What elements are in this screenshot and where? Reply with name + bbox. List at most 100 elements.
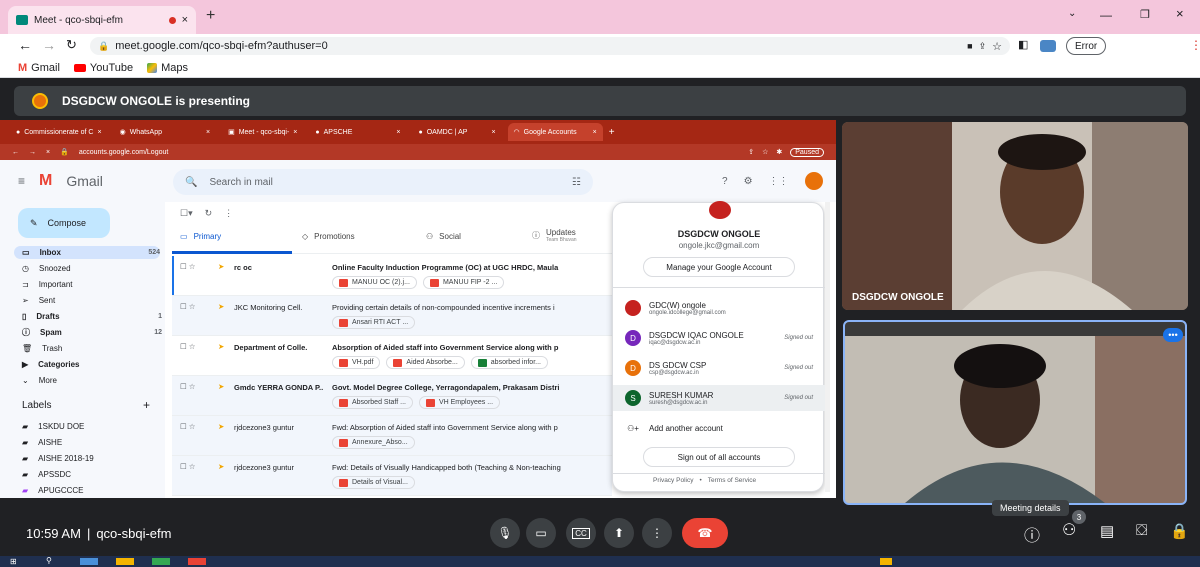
error-button[interactable]: Error	[1066, 37, 1107, 55]
bookmark-star-icon[interactable]: ☆	[992, 40, 1002, 53]
chat-button[interactable]: ▤	[1100, 522, 1114, 540]
search-icon[interactable]: ⚲	[46, 556, 52, 565]
shared-tab-label: APSCHE	[323, 128, 353, 136]
captions-button[interactable]: CC	[566, 518, 596, 548]
start-icon[interactable]: ⊞	[10, 557, 17, 566]
filter-icon: ☷	[572, 176, 581, 188]
help-icon: ?	[722, 175, 728, 187]
gmail-icon: M	[18, 61, 28, 74]
leave-call-button[interactable]: ☎	[682, 518, 728, 548]
meeting-details-button[interactable]: ⓘ	[1024, 522, 1040, 546]
error-label: Error	[1075, 40, 1098, 52]
footer-separator: •	[699, 477, 702, 484]
attachment-chip: Annexure_Abso...	[332, 436, 415, 449]
email-sender: rc oc	[234, 263, 252, 272]
spreadsheet-icon	[477, 358, 487, 367]
close-icon: ×	[592, 128, 597, 136]
attachment-name: Details of Visual...	[352, 479, 408, 486]
present-button[interactable]: ⬆	[604, 518, 634, 548]
youtube-icon	[73, 63, 86, 72]
more-options-icon[interactable]: •••	[1163, 328, 1183, 342]
attachment-name: MANUU FIP -2 ...	[442, 279, 498, 286]
side-panel-icon[interactable]: ◧	[1018, 38, 1028, 51]
restore-icon[interactable]: ❐	[1140, 8, 1150, 21]
meeting-info: 10:59 AM | qco-sbqi-efm	[26, 526, 171, 541]
row-checkbox-icon: ☐ ☆	[180, 262, 196, 271]
tab-search-icon[interactable]: ⌄	[1068, 8, 1076, 19]
trash-icon: 🗑	[22, 344, 33, 353]
compose-button: ✎ Compose	[18, 208, 110, 238]
account-row-name: GDC(W) ongole	[649, 300, 706, 310]
profile-avatar[interactable]	[1040, 40, 1056, 52]
attachment-name: MANUU OC (2).j...	[352, 279, 410, 286]
people-icon: ⚇	[426, 232, 434, 241]
minimize-icon[interactable]: —	[1100, 8, 1112, 22]
search-icon: 🔍	[185, 176, 198, 188]
label-name: APSSDC	[38, 470, 72, 479]
bookmark-label: Maps	[161, 61, 189, 74]
address-bar[interactable]: 🔒 meet.google.com/qco-sbqi-efm?authuser=…	[90, 37, 1010, 55]
tag-icon: ◇	[302, 232, 309, 241]
forward-icon: →	[29, 148, 36, 156]
tab-social: ⚇ Social	[426, 232, 461, 241]
os-taskbar: ⊞ ⚲	[0, 556, 1200, 567]
pdf-icon	[429, 278, 439, 287]
new-tab-button[interactable]: +	[206, 7, 215, 25]
label-tag-icon: ▰	[22, 486, 29, 495]
attachment-name: Absorbed Staff ...	[352, 399, 406, 406]
taskbar-app-icons[interactable]	[80, 558, 260, 565]
account-avatar	[625, 300, 641, 316]
sidebar-label: Snoozed	[38, 264, 71, 273]
pdf-icon	[339, 478, 348, 487]
account-switcher-popup: DSGDCW ONGOLE ongole.jkc@gmail.com Manag…	[612, 201, 825, 492]
attachment-name: Aided Absorbe...	[406, 359, 458, 366]
share-icon[interactable]: ⇪	[979, 41, 987, 52]
tab-sublabel: Team Bhuvan	[546, 237, 577, 243]
back-icon[interactable]: ←	[18, 37, 32, 53]
shared-tab-label: Meet - qco-sbqi-	[238, 128, 290, 136]
camera-button[interactable]: ▭	[526, 518, 556, 548]
shared-tab: ▣ Meet - qco-sbqi- ×	[222, 123, 303, 141]
account-row-name: DSGDCW IQAC ONGOLE	[649, 330, 744, 340]
forward-icon[interactable]: →	[42, 37, 56, 53]
label-item: ▰ APUGCCCE	[22, 484, 162, 497]
manage-account-button: Manage your Google Account	[643, 257, 795, 277]
account-row: S SURESH KUMAR suresh@dsgdcw.ac.in Signed…	[613, 385, 825, 411]
important-marker-icon: ➤	[218, 342, 225, 351]
tab-promotions: ◇ Promotions	[302, 232, 355, 241]
more-options-button[interactable]: ⋮	[642, 518, 672, 548]
meet-control-bar: 10:59 AM | qco-sbqi-efm 🎙 ▭ CC ⬆ ⋮ ☎ ⓘ ⚇…	[0, 510, 1200, 554]
row-checkbox-icon: ☐ ☆	[180, 302, 196, 311]
email-row: ☐ ☆ ➤ rjdcezone3 guntur Fwd: Absorption …	[172, 416, 612, 456]
attachment-name: Annexure_Abso...	[352, 439, 408, 446]
captions-icon: CC	[572, 527, 590, 539]
email-sender: JKC Monitoring Cell.	[234, 303, 303, 312]
info-icon: ⓘ	[532, 231, 540, 240]
account-row-name: SURESH KUMAR	[649, 390, 714, 400]
host-controls-button[interactable]: 🔒	[1170, 522, 1189, 540]
activities-button[interactable]: ⛋	[1136, 522, 1147, 539]
close-tab-icon[interactable]: ×	[182, 14, 188, 26]
close-icon: ×	[97, 128, 102, 136]
microphone-button[interactable]: 🎙	[490, 518, 520, 548]
account-row-email: ongole.idcollege@gmail.com	[649, 309, 726, 316]
sidebar-label: Categories	[38, 360, 80, 369]
camera-icon[interactable]: ■	[967, 41, 972, 51]
bookmark-maps[interactable]: Maps	[147, 62, 188, 74]
browser-tab[interactable]: Meet - qco-sbqi-efm ×	[8, 6, 196, 34]
close-window-icon[interactable]: ×	[1176, 6, 1184, 21]
bookmark-youtube[interactable]: YouTube	[73, 62, 133, 74]
bookmark-gmail[interactable]: M Gmail	[18, 62, 60, 74]
label-tag-icon: ▰	[22, 470, 29, 479]
attachment-name: VH.pdf	[352, 359, 374, 366]
system-tray-icons	[880, 558, 1180, 565]
label-name: APUGCCCE	[38, 486, 84, 495]
participant-name: DSGDCW ONGOLE	[852, 292, 944, 303]
menu-kebab-icon[interactable]: ⋮	[1190, 38, 1200, 52]
account-status: Signed out	[784, 335, 813, 341]
email-subject: Absorption of Aided staff into Governmen…	[332, 343, 559, 352]
popup-footer: Privacy Policy • Terms of Service	[653, 477, 756, 484]
participants-button[interactable]: ⚇ 3	[1062, 510, 1086, 540]
reload-icon[interactable]: ↻	[66, 37, 77, 53]
account-row: D DS GDCW CSP csp@dsgdcw.ac.in Signed out	[625, 355, 813, 381]
